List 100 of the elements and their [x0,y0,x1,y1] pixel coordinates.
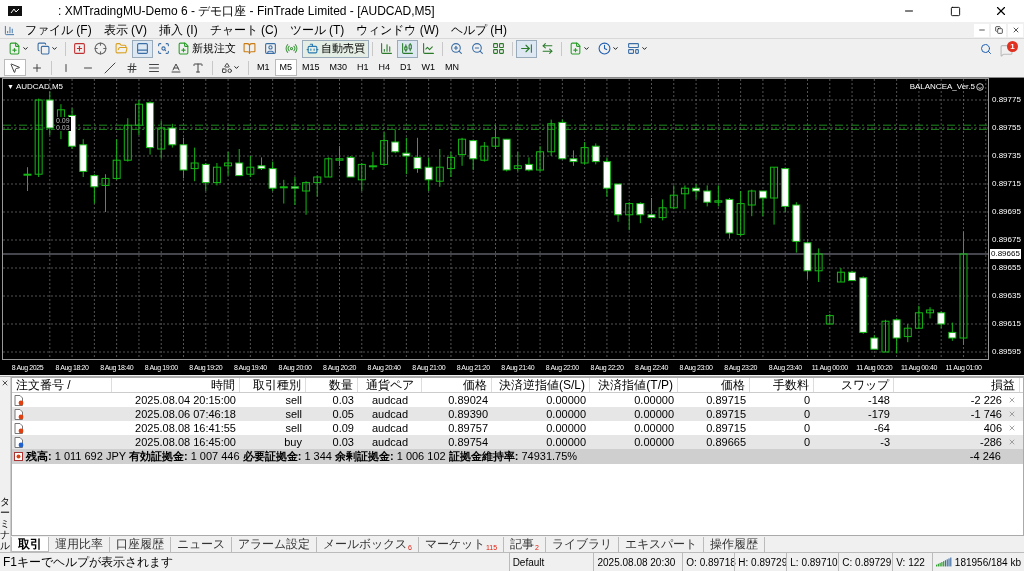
table-cell: buy [284,435,302,449]
menu-item[interactable]: ウィンドウ (W) [350,23,445,37]
table-cell: -148 [867,393,890,407]
notification-badge: 1 [1007,40,1018,52]
menu-item[interactable]: ファイル (F) [19,23,98,37]
price-axis-label: 0.89695 [992,207,1021,217]
symbol-label: AUDCAD,M5 [15,81,64,93]
terminal-tab[interactable]: 運用比率 [49,537,110,552]
price-axis-label: 0.89595 [992,347,1021,357]
window-title: : XMTradingMU-Demo 6 - デモ口座 - FinTrade Limited - [AUDCAD,M5] [58,3,435,20]
table-cell: 0.89390 [448,407,488,421]
timeframe-button[interactable]: M15 [297,59,325,76]
table-cell: sell [285,393,302,407]
price-axis-label: 0.89615 [992,319,1021,329]
column-header[interactable]: 価格 [463,378,487,392]
table-cell: 0.89715 [706,393,746,407]
table-cell: audcad [371,393,409,407]
column-header[interactable]: 取引種別 [253,378,301,392]
column-header[interactable]: 決済指値(T/P) [598,378,673,392]
table-cell: 2025.08.08 16:41:55 [135,421,236,435]
timeframe-button[interactable]: M5 [274,59,298,76]
terminal-tab[interactable]: ライブラリ [546,537,619,552]
table-cell: 0.00000 [546,407,586,421]
table-cell: 0.89024 [448,393,488,407]
timeframe-button[interactable]: D1 [395,59,417,76]
order-row[interactable]: 2025.08.06 07:46:18 sell 0.05 audcad 0.89390 0.00000 0.00000 0.89715 0 -179 -1 746 [12,407,1023,421]
table-cell: 0.89665 [706,435,746,449]
column-header[interactable]: 損益 [991,378,1015,392]
column-header[interactable]: 注文番号 / [16,378,71,392]
table-cell: 0.00000 [634,421,674,435]
menu-item[interactable]: 表示 (V) [97,23,153,37]
table-cell: 0.89754 [448,435,488,449]
expert-label: BALANCEA_Ver.5 [909,81,975,93]
menu-item[interactable]: チャート (C) [203,23,284,37]
table-cell: 0.00000 [546,435,586,449]
table-cell: -2 226 [970,393,1002,407]
status-low: L: 0.89710 [790,555,838,570]
status-high: H: 0.89729 [738,555,788,570]
price-axis-label: 0.89755 [992,123,1021,133]
terminal-tab[interactable]: 取引 [11,537,49,552]
status-time: 2025.08.08 20:30 [597,555,676,570]
table-cell: 0.09 [332,421,354,435]
table-cell: 0 [803,421,810,435]
terminal-side-label: ターミナル [0,496,10,551]
table-cell: 0.05 [332,407,354,421]
price-axis-label: 0.89775 [992,95,1021,105]
table-cell: -179 [867,407,890,421]
timeframe-button[interactable]: MN [440,59,465,76]
status-volume: V: 122 [896,555,925,570]
status-traffic: 181956/184 kb [954,555,1021,570]
column-header[interactable]: 数量 [329,378,353,392]
column-header[interactable]: 通貨ペア [365,378,414,392]
table-cell: -1 746 [970,407,1002,421]
table-cell: audcad [371,435,409,449]
table-cell: 0.00000 [634,435,674,449]
table-cell: 2025.08.08 16:45:00 [135,435,236,449]
table-cell: 0 [803,407,810,421]
price-axis-label: 0.89675 [992,235,1021,245]
table-cell: -286 [979,435,1002,449]
column-header[interactable]: 価格 [721,378,745,392]
terminal-tab[interactable]: ニュース [171,537,232,552]
table-cell: 2025.08.04 20:15:00 [135,393,236,407]
table-cell: 0.89715 [706,421,746,435]
price-axis-label: 0.89655 [992,263,1021,273]
new-order-button[interactable]: 新規注文 [174,39,239,58]
price-axis-label: 0.89735 [992,151,1021,161]
menu-item[interactable]: ツール (T) [283,23,351,37]
total-profit: -4 246 [969,449,1001,465]
timeframe-button[interactable]: M1 [252,59,275,76]
order-row[interactable]: 2025.08.08 16:45:00 buy 0.03 audcad 0.89754 0.00000 0.00000 0.89665 0 -3 -286 [12,435,1023,449]
table-cell: 0.00000 [634,393,674,407]
menu-item[interactable]: 挿入 (I) [153,23,204,37]
timeframe-button[interactable]: M30 [324,59,353,76]
table-cell: audcad [371,421,409,435]
column-header[interactable]: スワップ [841,378,889,392]
timeframe-button[interactable]: H4 [373,59,396,76]
terminal-tab[interactable]: 口座履歴 [110,537,171,552]
table-cell: 0 [803,435,810,449]
status-profile: Default [512,555,545,570]
column-header[interactable]: 決済逆指値(S/L) [499,378,585,392]
terminal-tab[interactable]: アラーム設定 [232,537,317,552]
table-cell: audcad [371,407,409,421]
table-cell: 0.89757 [448,421,488,435]
price-axis-label: 0.89715 [992,179,1021,189]
menu-item[interactable]: ヘルプ (H) [445,23,513,37]
timeframe-button[interactable]: H1 [352,59,374,76]
current-price-label: 0.89665 [990,249,1021,259]
account-summary: 残高: 1 011 692 JPY 有効証拠金: 1 007 446 必要証拠金: 1 344 余剰証拠金: 1 006 102 証拠金維持率: 74931.75% [26,449,578,465]
terminal-tab[interactable]: エキスパート [619,537,704,552]
table-cell: 0.03 [332,435,354,449]
column-header[interactable]: 手数料 [773,378,809,392]
table-cell: sell [285,421,302,435]
table-cell: -3 [880,435,890,449]
auto-trading-button[interactable]: 自動売買 [302,39,369,58]
status-message: F1キーでヘルプが表示されます [2,554,174,571]
timeframe-button[interactable]: W1 [416,59,441,76]
terminal-tab[interactable]: 操作履歴 [704,537,765,552]
table-cell: -64 [874,421,890,435]
table-cell: 0.89715 [706,407,746,421]
column-header[interactable]: 時間 [211,378,235,392]
